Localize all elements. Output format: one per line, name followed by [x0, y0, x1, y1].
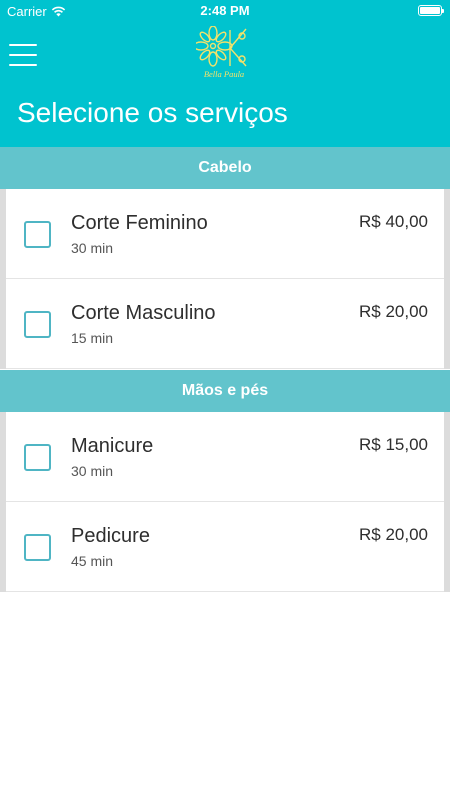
- service-duration: 30 min: [71, 240, 114, 256]
- status-time: 2:48 PM: [200, 3, 250, 18]
- service-list-cabelo: Corte Feminino 30 min R$ 40,00 Corte Mas…: [0, 189, 450, 369]
- service-price: R$ 40,00: [359, 212, 428, 231]
- service-row[interactable]: Manicure 30 min R$ 15,00: [6, 412, 444, 502]
- service-name: Corte Feminino: [71, 212, 208, 234]
- service-duration: 30 min: [71, 463, 114, 479]
- header-bar: Carrier 2:48 PM Bella Paula Selecione os…: [0, 0, 450, 147]
- hamburger-menu-button[interactable]: [9, 44, 37, 68]
- salon-logo: Bella Paula: [196, 26, 247, 79]
- status-bar: Carrier 2:48 PM: [0, 0, 450, 22]
- service-price: R$ 15,00: [359, 435, 428, 454]
- section-header-cabelo: Cabelo: [0, 147, 450, 189]
- service-row[interactable]: Pedicure 45 min R$ 20,00: [6, 502, 444, 592]
- service-duration: 15 min: [71, 330, 114, 346]
- battery-icon: [418, 5, 444, 16]
- service-name: Corte Masculino: [71, 302, 216, 324]
- service-list-maos-e-pes: Manicure 30 min R$ 15,00 Pedicure 45 min…: [0, 412, 450, 592]
- service-name: Pedicure: [71, 525, 150, 547]
- service-name: Manicure: [71, 435, 154, 457]
- service-row[interactable]: Corte Masculino 15 min R$ 20,00: [6, 279, 444, 369]
- logo-text: Bella Paula: [204, 69, 244, 79]
- page-title: Selecione os serviços: [17, 97, 288, 128]
- service-checkbox[interactable]: [24, 221, 51, 248]
- section-header-maos-e-pes: Mãos e pés: [0, 370, 450, 412]
- service-price: R$ 20,00: [359, 525, 428, 544]
- service-checkbox[interactable]: [24, 444, 51, 471]
- service-price: R$ 20,00: [359, 302, 428, 321]
- service-row[interactable]: Corte Feminino 30 min R$ 40,00: [6, 189, 444, 279]
- service-checkbox[interactable]: [24, 534, 51, 561]
- service-duration: 45 min: [71, 553, 114, 569]
- service-checkbox[interactable]: [24, 311, 51, 338]
